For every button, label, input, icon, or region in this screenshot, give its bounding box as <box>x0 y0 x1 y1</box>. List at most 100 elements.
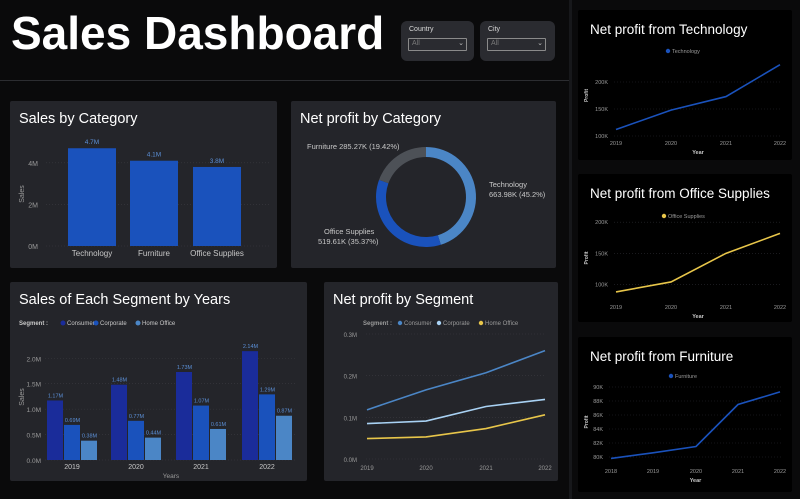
y-axis-label: Profit <box>584 251 590 264</box>
legend-item: Home Office <box>142 321 176 327</box>
series-line <box>366 414 546 440</box>
net-profit-by-category-panel: Net profit by Category Technology 663.98K… <box>291 101 556 268</box>
y-tick-label: 2M <box>28 202 38 209</box>
y-axis-label: Profit <box>584 415 590 428</box>
bar <box>193 166 241 246</box>
net-profit-furniture-chart: Furniture 80K 82K 84K 86K 88K 90K Profit 2018 201… <box>584 373 786 484</box>
bar <box>210 428 226 460</box>
legend-item: Consumer <box>404 321 432 327</box>
y-tick-label: 2.0M <box>27 356 41 363</box>
y-tick-label: 90K <box>593 385 603 391</box>
legend-marker <box>135 320 141 326</box>
net-profit-by-category-chart: Technology663.98K (45.2%) Office Supplies… <box>307 142 546 247</box>
legend-marker <box>668 373 674 379</box>
y-tick-label: 0.1M <box>344 416 357 422</box>
x-tick-label: 2021 <box>193 464 209 471</box>
page-title: Sales Dashboard <box>11 7 385 59</box>
series-line <box>366 398 546 425</box>
net-profit-technology-panel: Net profit from Technology Technology 100… <box>578 10 792 160</box>
legend-marker <box>397 320 403 326</box>
x-tick-label: 2022 <box>774 141 786 147</box>
y-tick-label: 0.0M <box>344 458 357 464</box>
legend-item: Office Supplies <box>668 214 705 220</box>
slice-label: Office Supplies <box>324 227 375 236</box>
data-label: 2.14M <box>243 344 259 350</box>
city-filter[interactable]: City All ⌄ <box>480 21 555 61</box>
series-line <box>610 391 781 460</box>
net-profit-segment-chart: Segment : Consumer Corporate Home Office 0.0… <box>344 320 552 472</box>
bar <box>193 405 209 460</box>
y-tick-label: 1.5M <box>27 382 41 389</box>
legend-marker <box>436 320 442 326</box>
x-tick-label: 2018 <box>605 469 617 475</box>
city-select[interactable]: All ⌄ <box>487 38 546 51</box>
y-tick-label: 150K <box>595 251 608 257</box>
series-line <box>615 64 781 131</box>
series-line <box>615 232 781 293</box>
y-tick-label: 4M <box>28 161 38 168</box>
x-tick-label: 2019 <box>610 141 622 147</box>
pie-slice <box>379 147 426 184</box>
data-label: 1.07M <box>194 399 210 405</box>
x-tick-label: 2022 <box>538 466 552 472</box>
sales-segment-years-panel: Sales of Each Segment by Years Segment :… <box>10 282 307 481</box>
bar <box>176 371 192 460</box>
chevron-down-icon: ⌄ <box>458 40 464 47</box>
y-tick-label: 88K <box>593 399 603 405</box>
country-select[interactable]: All ⌄ <box>408 38 467 51</box>
sales-segment-years-chart: Segment : Consumer Corporate Home Office 0.0… <box>19 320 297 480</box>
y-tick-label: 0.0M <box>27 458 41 465</box>
x-tick-label: Furniture <box>138 249 171 258</box>
y-tick-label: 100K <box>595 134 608 140</box>
y-tick-label: 0M <box>28 244 38 251</box>
bar <box>242 351 258 460</box>
y-tick-label: 100K <box>595 282 608 288</box>
y-tick-label: 0.2M <box>344 375 357 381</box>
x-tick-label: 2021 <box>479 466 493 472</box>
data-label: 0.61M <box>211 422 227 428</box>
x-tick-label: 2019 <box>647 469 659 475</box>
bar <box>259 394 275 460</box>
y-tick-label: 80K <box>593 455 603 461</box>
legend-marker <box>478 320 484 326</box>
legend-item: Home Office <box>485 321 519 327</box>
y-tick-label: 200K <box>595 80 608 86</box>
data-label: 0.44M <box>146 431 162 437</box>
x-axis-label: Year <box>692 314 704 320</box>
data-label: 3.8M <box>210 158 224 165</box>
x-tick-label: 2022 <box>774 469 786 475</box>
bar <box>47 400 63 460</box>
x-tick-label: 2020 <box>665 305 677 311</box>
x-tick-label: Office Supplies <box>190 249 244 258</box>
country-filter-label: Country <box>409 26 434 33</box>
x-tick-label: 2020 <box>419 466 433 472</box>
legend-item: Technology <box>672 49 700 55</box>
right-column-divider <box>569 0 572 499</box>
net-profit-furniture-panel: Net profit from Furniture Furniture 80K 82… <box>578 337 792 492</box>
net-profit-technology-chart: Technology 100K 150K 200K Profit 2019 2020 2021… <box>584 48 786 156</box>
slice-label: 519.61K (35.37%) <box>318 237 379 246</box>
legend-marker <box>665 48 671 54</box>
x-tick-label: 2021 <box>732 469 744 475</box>
x-tick-label: 2021 <box>720 305 732 311</box>
legend-marker <box>93 320 99 326</box>
y-axis-label: Sales <box>19 388 26 406</box>
x-axis-label: Year <box>692 150 704 156</box>
legend-item: Furniture <box>675 374 697 380</box>
pie-slice <box>426 147 476 245</box>
legend-item: Corporate <box>443 321 470 327</box>
x-tick-label: 2019 <box>64 464 80 471</box>
x-tick-label: 2021 <box>720 141 732 147</box>
y-axis-label: Sales <box>19 185 26 203</box>
x-axis-label: Year <box>690 478 702 484</box>
country-filter[interactable]: Country All ⌄ <box>401 21 474 61</box>
y-tick-label: 1.0M <box>27 407 41 414</box>
x-tick-label: 2022 <box>774 305 786 311</box>
y-tick-label: 84K <box>593 427 603 433</box>
pie-slice <box>376 179 441 247</box>
bar <box>128 420 144 460</box>
series-line <box>366 349 546 411</box>
data-label: 1.17M <box>48 393 64 399</box>
header-divider <box>0 80 569 81</box>
y-tick-label: 200K <box>595 220 608 226</box>
